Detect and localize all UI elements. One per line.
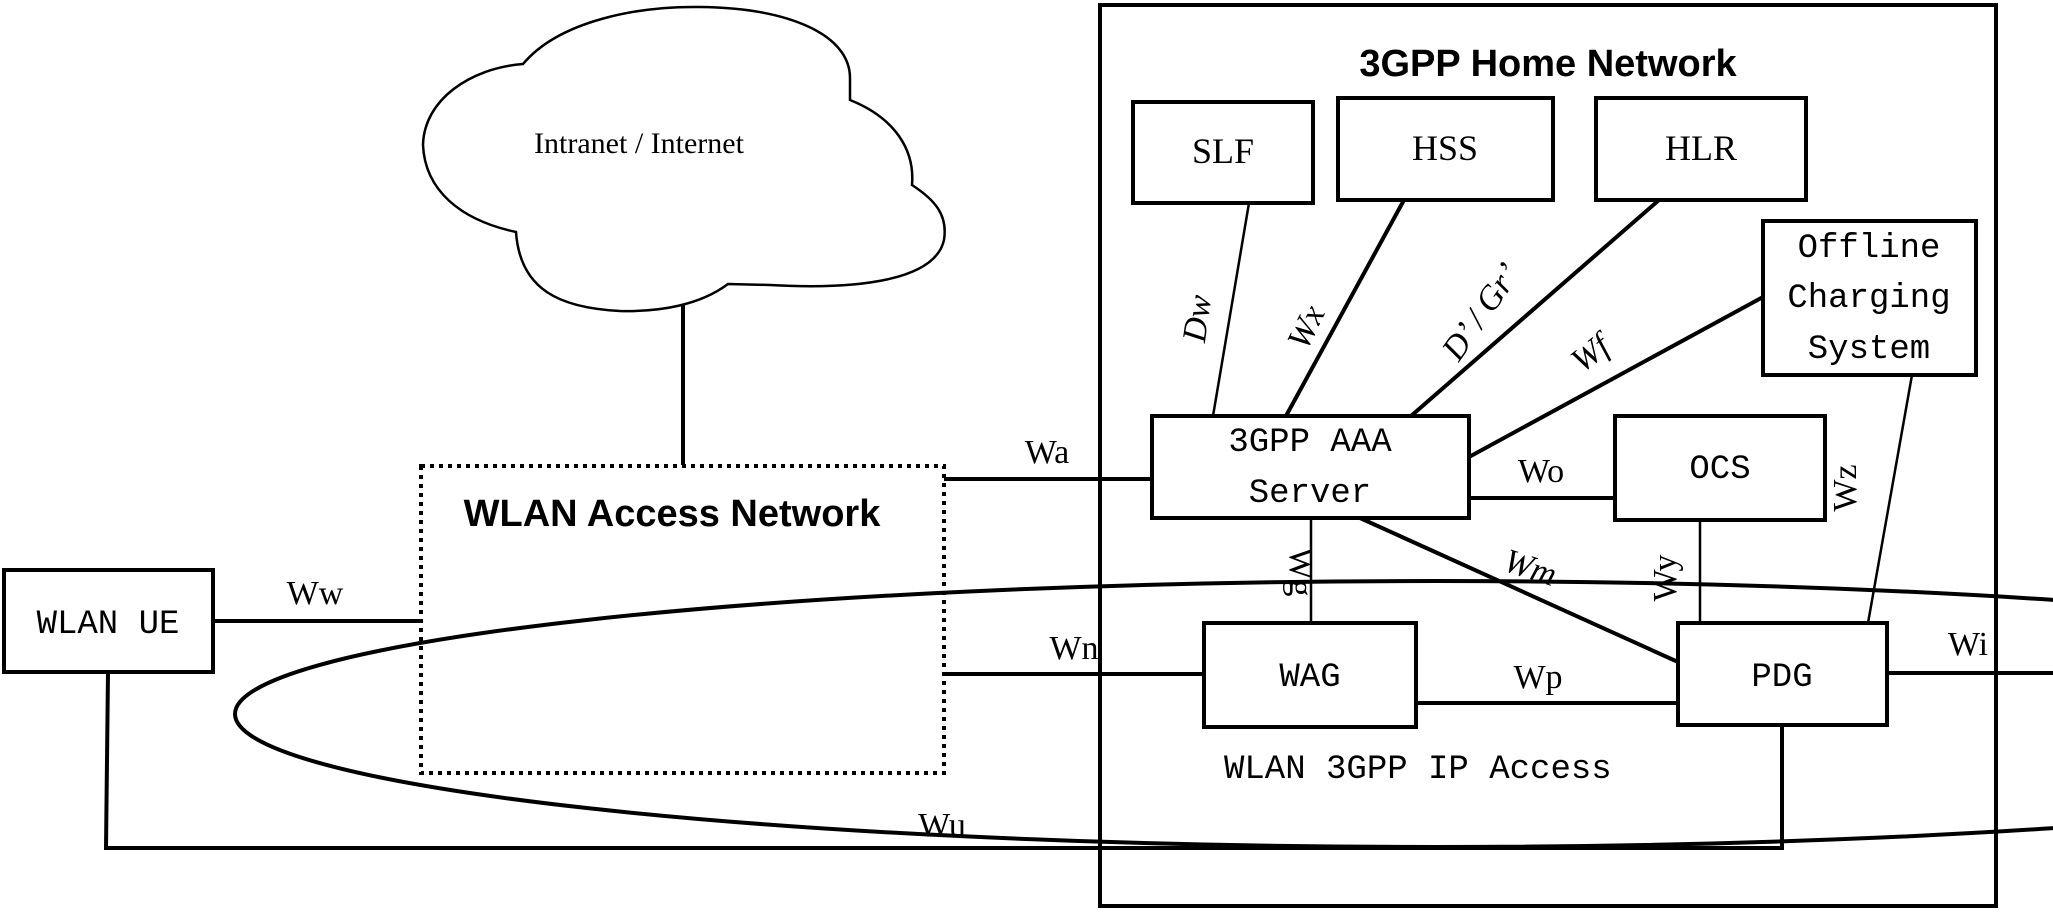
wa-label: Wa xyxy=(1025,434,1069,471)
aaa-line-1: 3GPP AAA xyxy=(1228,424,1392,462)
offline-charging-line-2: Charging xyxy=(1787,280,1950,318)
hlr-label: HLR xyxy=(1665,128,1737,168)
internet-cloud-label: Intranet / Internet xyxy=(534,127,745,160)
wg-label: Wg xyxy=(1282,547,1319,596)
pdg-label: PDG xyxy=(1751,659,1812,697)
offline-charging-line-3: System xyxy=(1808,331,1930,369)
wy-label: Wy xyxy=(1647,554,1684,601)
dw-link xyxy=(1211,202,1251,417)
ww-label: Ww xyxy=(287,575,344,612)
offline-charging-line-1: Offline xyxy=(1798,230,1941,268)
slf-label: SLF xyxy=(1192,131,1254,171)
ip-access-label: WLAN 3GPP IP Access xyxy=(1224,751,1612,789)
wlan-access-network-title: WLAN Access Network xyxy=(464,493,882,535)
hss-label: HSS xyxy=(1412,128,1478,168)
ocs-label: OCS xyxy=(1689,451,1750,489)
d-gr-link xyxy=(1409,198,1661,418)
wz-link xyxy=(1866,374,1914,624)
wu-label: Wu xyxy=(918,807,966,844)
home-network-title: 3GPP Home Network xyxy=(1359,43,1737,85)
d-gr-label: D’ / Gr’ xyxy=(1434,257,1527,368)
wf-label: Wf xyxy=(1564,325,1620,380)
aaa-line-2: Server xyxy=(1249,475,1371,513)
wo-label: Wo xyxy=(1518,453,1564,490)
dw-label: Dw xyxy=(1176,292,1219,345)
wn-label: Wn xyxy=(1049,630,1098,667)
wi-label: Wi xyxy=(1948,626,1988,663)
wz-label: Wz xyxy=(1827,464,1864,511)
wag-label: WAG xyxy=(1279,659,1340,697)
wp-label: Wp xyxy=(1513,659,1562,696)
wlan-3gpp-architecture-diagram: 3GPP Home Network Intranet / Internet WL… xyxy=(2,3,2053,908)
wlan-ue-label: WLAN UE xyxy=(37,606,180,644)
